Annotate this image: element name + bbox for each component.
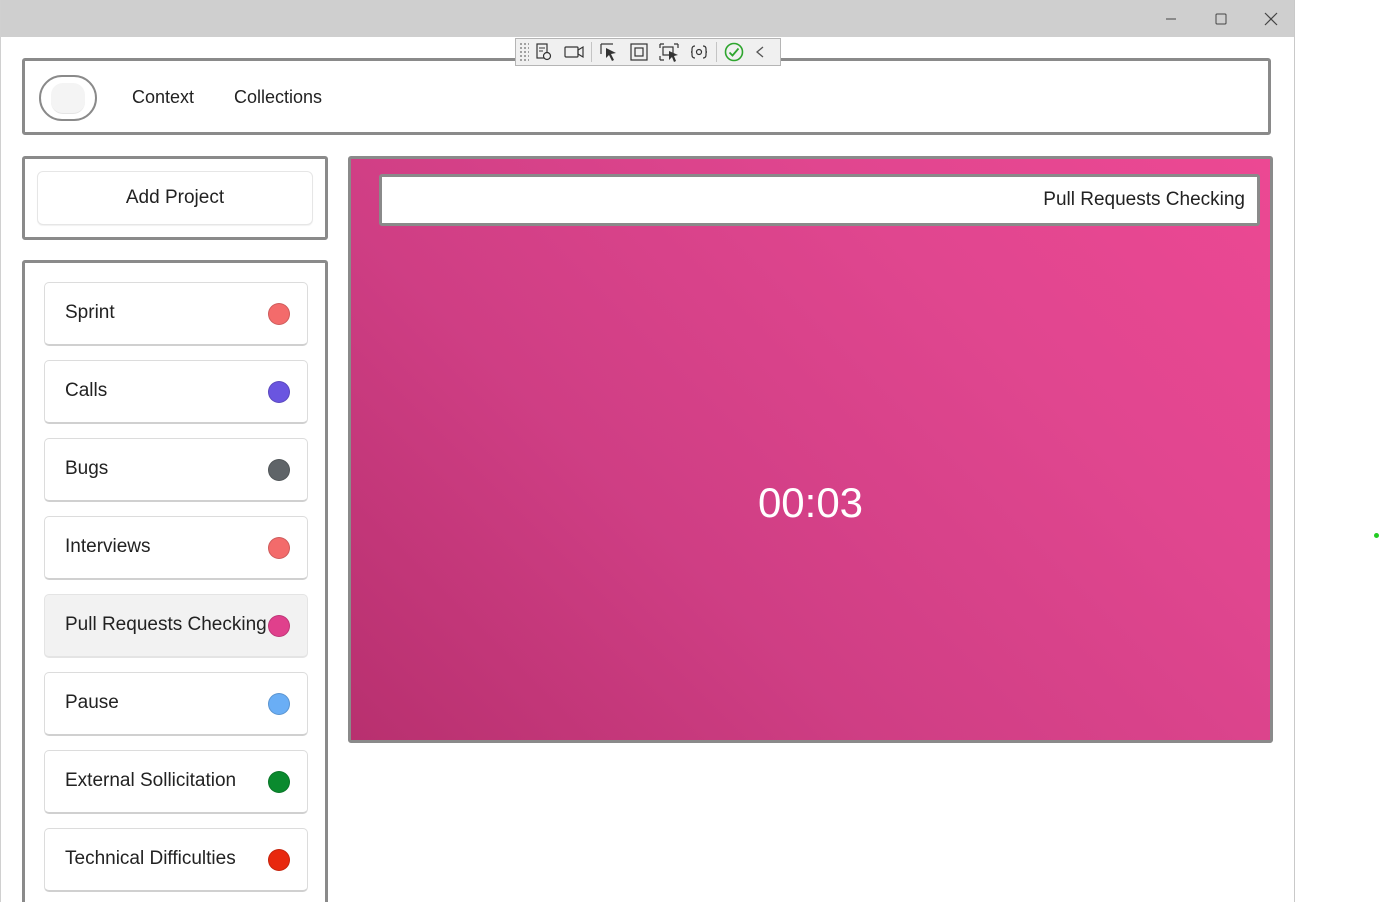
project-label: Interviews [65,536,151,557]
track-focused-element-icon [659,43,679,62]
project-label: External Sollicitation [65,770,237,791]
project-item[interactable]: Sprint [44,282,308,346]
record-icon [564,45,584,59]
project-item[interactable]: Bugs [44,438,308,502]
timer-panel: Pull Requests Checking 00:03 [348,156,1273,743]
project-label: Technical Difficulties [65,848,236,869]
project-label: Calls [65,380,108,401]
add-project-panel: Add Project [22,156,328,240]
minimize-icon [1166,18,1176,19]
maximize-button[interactable] [1196,0,1246,37]
layout-adorners-button[interactable] [624,39,654,65]
status-indicator-dot [1374,533,1379,538]
project-color-dot [268,615,290,637]
track-focused-button[interactable] [654,39,684,65]
close-icon [1264,12,1278,25]
nav-link-context[interactable]: Context [132,87,194,108]
top-navigation-bar: Context Collections [22,58,1271,135]
project-color-dot [268,459,290,481]
project-list: Sprint Calls Bugs Interviews Pull Requests C… [22,260,328,902]
project-item[interactable]: Technical Difficulties [44,828,308,892]
project-label: Bugs [65,458,109,479]
collapse-chevron-icon [755,46,764,58]
project-item[interactable]: Calls [44,360,308,424]
display-layout-adorners-icon [630,43,648,61]
project-item[interactable]: Pause [44,672,308,736]
project-color-dot [268,303,290,325]
hot-reload-ok-icon [724,42,744,62]
project-label: Pull Requests Checking [65,614,267,635]
project-label: Pause [65,692,119,713]
close-button[interactable] [1246,0,1294,37]
project-item[interactable]: Pull Requests Checking [44,594,308,658]
nav-link-collections[interactable]: Collections [234,87,322,108]
xaml-debug-toolbar [515,38,781,66]
toolbar-grip-icon[interactable] [519,42,529,62]
toolbar-separator [716,42,717,62]
select-element-button[interactable] [594,39,624,65]
hot-reload-status-button[interactable] [719,39,749,65]
select-element-icon [600,43,616,61]
elapsed-timer: 00:03 [757,479,864,526]
project-item[interactable]: External Sollicitation [44,750,308,814]
project-item[interactable]: Interviews [44,516,308,580]
project-color-dot [268,381,290,403]
live-visual-tree-icon [536,43,552,61]
title-bar[interactable] [1,0,1294,37]
binding-failures-button[interactable] [684,39,714,65]
project-color-dot [268,849,290,871]
project-color-dot [268,693,290,715]
project-color-dot [268,537,290,559]
live-visual-tree-button[interactable] [529,39,559,65]
app-logo-toggle[interactable] [39,75,97,121]
current-project-title-field[interactable]: Pull Requests Checking [379,174,1260,226]
record-button[interactable] [559,39,589,65]
minimize-button[interactable] [1146,0,1196,37]
project-color-dot [268,771,290,793]
binding-failures-icon [690,45,708,59]
collapse-toolbar-button[interactable] [749,39,771,65]
app-window: Context Collections Add Project Sprint Ca… [0,0,1295,902]
toolbar-separator [591,42,592,62]
project-label: Sprint [65,302,115,323]
maximize-icon [1215,13,1227,24]
add-project-button[interactable]: Add Project [37,171,313,225]
